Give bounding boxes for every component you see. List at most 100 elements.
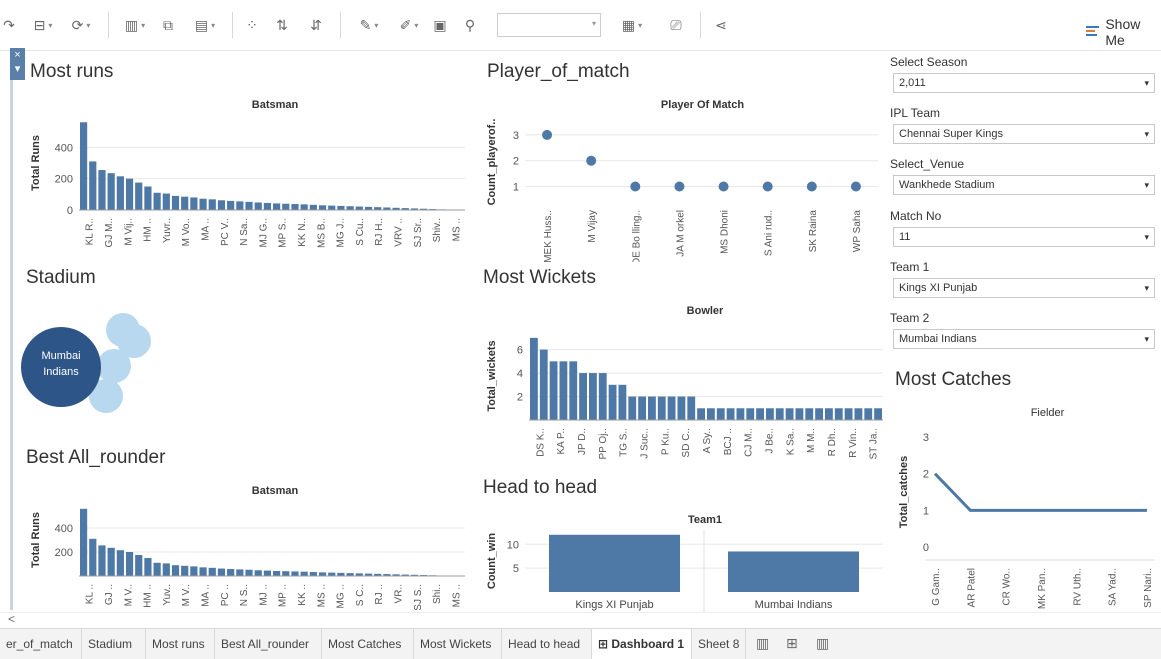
bar	[154, 193, 161, 210]
bar	[245, 570, 252, 576]
most-catches-title: Most Catches	[895, 369, 1011, 391]
filter-value: 11	[899, 231, 910, 243]
presentation-icon[interactable]: ⎚	[664, 13, 688, 37]
refresh-icon[interactable]: ⟳▾	[64, 13, 98, 37]
bar	[190, 197, 197, 210]
bar	[301, 572, 308, 576]
show-me-button[interactable]: Show Me	[1086, 16, 1161, 48]
head-to-head-chart-title: Team1	[530, 514, 880, 526]
sheet-tab[interactable]: er_of_match	[0, 629, 82, 659]
new-dashboard-icon[interactable]: ⊞	[786, 635, 798, 652]
x-tick-label: M Vij..	[123, 218, 134, 246]
filter-dropdown[interactable]: Kings XI Punjab▾	[893, 278, 1155, 298]
sheet-tab[interactable]: Sheet 8	[692, 629, 746, 659]
group-icon[interactable]: ⁘	[242, 13, 262, 37]
share-icon[interactable]: ⋖	[710, 13, 732, 37]
filter-label: Team 1	[890, 260, 929, 274]
scatter-point	[630, 182, 640, 192]
close-container-button[interactable]: × ▾	[10, 48, 25, 80]
most-runs-chart-title: Batsman	[75, 99, 475, 111]
x-tick-label: KL ..	[85, 584, 96, 604]
sheet-tab-label: Best All_rounder	[221, 637, 309, 651]
most-wickets-chart[interactable]: 246Total_wicketsDS K..KA P..JP D..PP Oj.…	[483, 318, 885, 468]
stadium-bubble-chart[interactable]: Mumbai Indians	[20, 310, 170, 420]
y-tick-label: 6	[517, 345, 523, 357]
new-worksheet-icon[interactable]: ▥▾	[118, 13, 152, 37]
sort-descending-icon[interactable]: ⇵	[306, 13, 326, 37]
most-runs-chart[interactable]: 0200400Total RunsKL R..GJ M..M Vij..HM .…	[25, 112, 480, 260]
stadium-bubble[interactable]	[97, 349, 131, 383]
y-axis-label: Count_playerof..	[486, 119, 498, 206]
new-story-icon[interactable]: ▥	[816, 635, 829, 652]
sheet-tab[interactable]: Stadium	[82, 629, 146, 659]
show-me-label: Show Me	[1105, 16, 1161, 48]
filter-dropdown[interactable]: Wankhede Stadium▾	[893, 175, 1155, 195]
sort-ascending-icon[interactable]: ⇅	[272, 13, 292, 37]
player-of-match-chart-title: Player Of Match	[530, 99, 875, 111]
text-label-icon[interactable]: ▣	[430, 13, 450, 37]
new-worksheet-icon[interactable]: ▥	[756, 635, 769, 652]
fit-selector[interactable]: ▾	[497, 13, 601, 37]
bar	[126, 552, 133, 576]
toolbar: ↷ ⊟▾ ⟳▾ ▥▾ ⧉ ▤▾ ⁘ ⇅ ⇵ ✎▾ ✐▾ ▣ ⚲ ▾ ▦▾ ⎚ ⋖…	[0, 0, 1161, 51]
filter-dropdown[interactable]: Mumbai Indians▾	[893, 329, 1155, 349]
highlight-icon[interactable]: ✎▾	[352, 13, 386, 37]
x-tick-label: MG J..	[336, 218, 347, 247]
scatter-point	[807, 182, 817, 192]
head-to-head-chart[interactable]: 510Count_winKings XI PunjabMumbai Indian…	[483, 526, 885, 612]
bar	[255, 202, 262, 210]
x-tick-label: Mumbai Indians	[755, 599, 833, 611]
scatter-point	[851, 182, 861, 192]
sheet-tab[interactable]: Most runs	[146, 629, 215, 659]
player-of-match-chart[interactable]: 123Count_playerof..MEK Huss..M VijayDE B…	[483, 112, 883, 262]
bar	[638, 397, 646, 420]
x-tick-label: VR..	[393, 584, 404, 603]
annotate-icon[interactable]: ✐▾	[392, 13, 426, 37]
scroll-left-arrow[interactable]: <	[8, 612, 15, 626]
bar	[301, 204, 308, 210]
scatter-point	[542, 130, 552, 140]
bar	[678, 397, 686, 420]
x-tick-label: M Vijay	[587, 210, 598, 243]
x-tick-label: PC ..	[220, 584, 231, 606]
x-tick-label: CR Wo..	[1002, 568, 1013, 606]
x-tick-label: J Be..	[764, 428, 775, 454]
bar	[835, 408, 843, 420]
best-all-rounder-chart[interactable]: 200400Total RunsKL ..GJ ..M V..HM ..Yuv.…	[25, 498, 480, 610]
pin-icon[interactable]: ⚲	[460, 13, 480, 37]
bar	[687, 397, 695, 420]
redo-icon[interactable]: ↷	[2, 13, 16, 37]
bar	[144, 187, 151, 211]
filter-label: IPL Team	[890, 106, 940, 120]
bar	[796, 408, 804, 420]
sheet-tab[interactable]: Most Wickets	[414, 629, 502, 659]
bar	[550, 361, 558, 420]
sheet-tab[interactable]: Head to head	[502, 629, 592, 659]
bar	[218, 200, 225, 210]
bar	[845, 408, 853, 420]
fit-icon[interactable]: ▦▾	[614, 13, 650, 37]
sheet-tab[interactable]: ⊞ Dashboard 1	[592, 629, 692, 659]
bar	[540, 350, 548, 420]
horizontal-scrollbar[interactable]: <	[0, 612, 1161, 627]
y-tick-label: 2	[513, 156, 519, 168]
bar	[163, 194, 170, 210]
chevron-down-icon: ▾	[1144, 78, 1149, 89]
x-tick-label: Shi..	[432, 584, 443, 604]
sheet-tab-label: Most runs	[152, 637, 205, 651]
filter-dropdown[interactable]: 11▾	[893, 227, 1155, 247]
sheet-tab[interactable]: Most Catches	[322, 629, 414, 659]
data-source-icon[interactable]: ⊟▾	[28, 13, 58, 37]
clear-sheet-icon[interactable]: ▤▾	[188, 13, 222, 37]
y-tick-label: 0	[923, 542, 929, 554]
bar	[236, 569, 243, 576]
sheet-tab[interactable]: Best All_rounder	[215, 629, 322, 659]
filter-dropdown[interactable]: 2,011▾	[893, 73, 1155, 93]
most-catches-chart[interactable]: 0123Total_catchesG Gam..AR PatelCR Wo..M…	[895, 418, 1159, 610]
sheet-tab-label: er_of_match	[6, 637, 73, 651]
x-tick-label: M Vo..	[181, 218, 192, 246]
bar	[530, 338, 538, 420]
duplicate-sheet-icon[interactable]: ⧉	[158, 13, 178, 37]
filter-dropdown[interactable]: Chennai Super Kings▾	[893, 124, 1155, 144]
bar	[98, 170, 105, 210]
